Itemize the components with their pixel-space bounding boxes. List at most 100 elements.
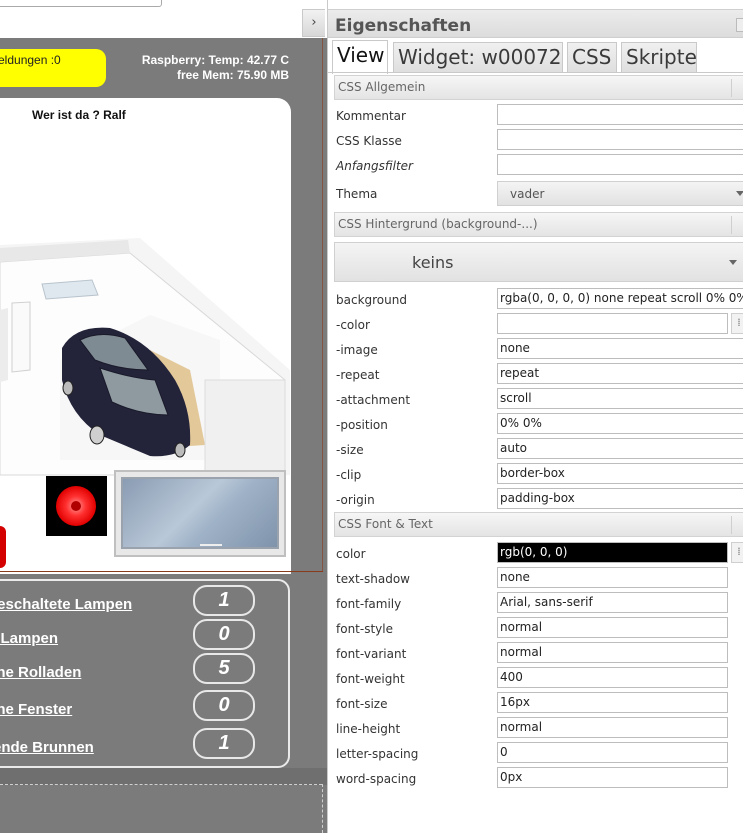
background-field-label: -image xyxy=(336,343,378,357)
tab-view[interactable]: View xyxy=(332,40,388,74)
camera-slider-handle xyxy=(200,544,222,546)
canvas-bottom-area xyxy=(0,768,327,785)
font-field-label: font-style xyxy=(336,622,393,636)
font-field-label: word-spacing xyxy=(336,772,417,786)
color-picker-icon[interactable]: ⁞ xyxy=(731,313,743,334)
top-input[interactable] xyxy=(0,0,162,7)
font-field-label: font-weight xyxy=(336,672,405,686)
stat-label[interactable]: e Lampen xyxy=(0,630,188,647)
stat-value: 0 xyxy=(193,619,255,650)
section-css-general-label: CSS Allgemein xyxy=(338,80,426,94)
font-field-label: color xyxy=(336,547,366,561)
section-css-background-label: CSS Hintergrund (background-...) xyxy=(338,217,538,231)
who-is-there-label: Wer ist da ? Ralf xyxy=(32,108,126,122)
font-field-label: font-size xyxy=(336,697,388,711)
font-field-input[interactable]: normal xyxy=(497,617,728,638)
tab-scripts[interactable]: Skripte xyxy=(621,42,697,73)
field-input[interactable] xyxy=(497,104,743,125)
stat-label[interactable]: fende Brunnen xyxy=(0,739,188,756)
font-field-input[interactable]: 0px xyxy=(497,767,728,788)
alarm-indicator xyxy=(0,526,6,568)
widget-border-bottom xyxy=(0,571,323,572)
view-boundary-vertical xyxy=(322,784,323,833)
background-field-label: -origin xyxy=(336,493,375,507)
dashboard-canvas: › eldungen :0 Raspberry: Temp: 42.77 C f… xyxy=(0,0,327,833)
camera-image-frame[interactable] xyxy=(114,470,286,557)
section-css-font-label: CSS Font & Text xyxy=(338,517,433,531)
collapse-panel-button[interactable]: › xyxy=(302,9,325,37)
background-field-input[interactable]: rgba(0, 0, 0, 0) none repeat scroll 0% 0… xyxy=(497,288,743,309)
tab-css[interactable]: CSS xyxy=(567,42,617,73)
section-toggle-icon xyxy=(731,516,741,534)
font-field-input[interactable]: none xyxy=(497,567,728,588)
camera-image xyxy=(121,477,279,549)
chevron-down-icon xyxy=(736,191,743,196)
background-field-input[interactable]: scroll xyxy=(497,388,743,409)
background-field-label: -size xyxy=(336,443,364,457)
background-field-input[interactable] xyxy=(497,313,728,334)
messages-text: eldungen :0 xyxy=(0,53,61,67)
stat-value: 1 xyxy=(193,728,255,759)
background-field-label: -clip xyxy=(336,468,362,482)
properties-title-bar: Eigenschaften xyxy=(328,9,743,38)
field-label: Kommentar xyxy=(336,109,406,123)
font-field-label: font-variant xyxy=(336,647,407,661)
raspberry-status: Raspberry: Temp: 42.77 C free Mem: 75.90… xyxy=(142,53,289,83)
background-preset-select[interactable]: keins xyxy=(334,242,743,282)
background-field-label: -position xyxy=(336,418,388,432)
properties-panel: Eigenschaften View Widget: w00072 CSS Sk… xyxy=(327,0,743,833)
editor-window: › eldungen :0 Raspberry: Temp: 42.77 C f… xyxy=(0,0,743,833)
stat-value: 1 xyxy=(193,585,255,616)
section-toggle-icon xyxy=(731,216,741,234)
background-field-input[interactable]: repeat xyxy=(497,363,743,384)
view-boundary-horizontal xyxy=(0,784,322,785)
widget-border-right xyxy=(322,38,323,571)
stat-value: 0 xyxy=(193,690,255,721)
font-field-input[interactable]: 0 xyxy=(497,742,728,763)
tabs-divider xyxy=(328,72,743,73)
record-button[interactable] xyxy=(46,476,107,536)
font-field-label: text-shadow xyxy=(336,572,410,586)
section-css-background[interactable]: CSS Hintergrund (background-...) xyxy=(334,212,743,237)
font-field-label: font-family xyxy=(336,597,402,611)
stat-label[interactable]: geschaltete Lampen xyxy=(0,596,188,613)
stat-value: 5 xyxy=(193,653,255,684)
field-label: CSS Klasse xyxy=(336,134,402,148)
section-css-font[interactable]: CSS Font & Text xyxy=(334,512,743,537)
font-field-input[interactable]: normal xyxy=(497,717,728,738)
font-field-input[interactable]: Arial, sans-serif xyxy=(497,592,728,613)
background-field-input[interactable]: padding-box xyxy=(497,488,743,509)
background-field-input[interactable]: none xyxy=(497,338,743,359)
theme-select-value: vader xyxy=(510,187,545,201)
tab-widget[interactable]: Widget: w00072 xyxy=(393,42,563,73)
field-input[interactable] xyxy=(497,129,743,150)
background-field-label: -attachment xyxy=(336,393,411,407)
panel-grip-icon[interactable] xyxy=(736,18,743,32)
background-field-label: -repeat xyxy=(336,368,380,382)
background-field-input[interactable]: border-box xyxy=(497,463,743,484)
chevron-down-icon xyxy=(729,260,737,265)
messages-widget[interactable]: eldungen :0 xyxy=(0,49,106,87)
theme-select[interactable]: vader xyxy=(497,181,743,206)
font-field-input[interactable]: 400 xyxy=(497,667,728,688)
font-field-input[interactable]: rgb(0, 0, 0) xyxy=(497,542,728,563)
background-field-input[interactable]: auto xyxy=(497,438,743,459)
field-input[interactable] xyxy=(497,154,743,175)
background-field-label: -color xyxy=(336,318,370,332)
background-field-input[interactable]: 0% 0% xyxy=(497,413,743,434)
color-picker-icon[interactable]: ⁞ xyxy=(731,542,743,563)
garage-room-image xyxy=(0,238,290,476)
raspberry-mem: free Mem: 75.90 MB xyxy=(176,68,289,82)
record-icon xyxy=(56,486,96,526)
properties-title: Eigenschaften xyxy=(335,16,472,36)
font-field-input[interactable]: 16px xyxy=(497,692,728,713)
theme-label: Thema xyxy=(336,187,378,201)
section-css-general[interactable]: CSS Allgemein xyxy=(334,75,743,100)
raspberry-temp: Raspberry: Temp: 42.77 C xyxy=(141,53,289,67)
font-field-input[interactable]: normal xyxy=(497,642,728,663)
stat-label[interactable]: ene Fenster xyxy=(0,701,188,718)
font-field-label: line-height xyxy=(336,722,401,736)
font-field-label: letter-spacing xyxy=(336,747,419,761)
stat-label[interactable]: ene Rolladen xyxy=(0,664,188,681)
background-field-label: background xyxy=(336,293,407,307)
